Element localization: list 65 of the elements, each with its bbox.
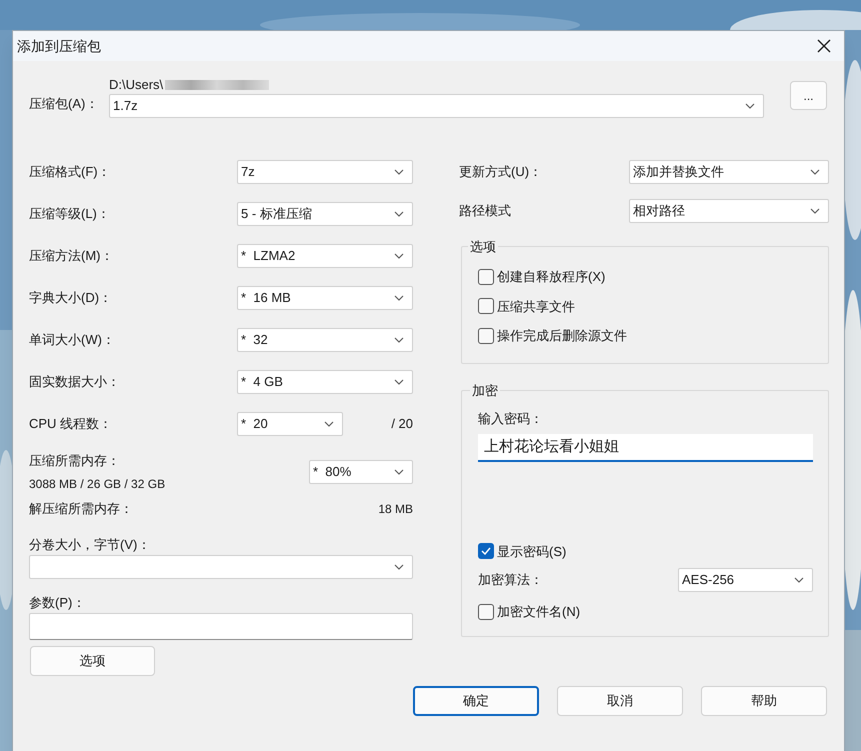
field-label: 加密算法： (478, 571, 543, 590)
dropdown[interactable]: * 4 GB (237, 370, 413, 394)
checkbox[interactable] (478, 268, 494, 285)
chevron-icon (394, 337, 404, 343)
field-label: 压缩格式(F)： (29, 163, 112, 182)
chevron-icon (394, 564, 404, 570)
checkbox[interactable] (478, 328, 494, 344)
chevron-icon (394, 295, 404, 301)
field-label: 解压缩所需内存： (29, 500, 133, 518)
checkbox-label: 压缩共享文件 (497, 298, 575, 316)
check-icon (481, 547, 491, 556)
chevron-icon (745, 103, 755, 109)
field-label: 分卷大小，字节(V)： (29, 536, 152, 553)
close-icon (817, 39, 831, 53)
dropdown[interactable]: * 80% (309, 460, 413, 484)
checkbox-label: 加密文件名(N) (497, 603, 580, 621)
dropdown[interactable]: 5 - 标准压缩 (237, 202, 413, 226)
password-field[interactable]: 上村花论坛看小姐姐 (478, 434, 813, 462)
field-label: 更新方式(U)： (459, 163, 544, 182)
dropdown[interactable]: 7z (237, 160, 413, 184)
chevron-icon (794, 577, 804, 583)
field-label: 字典大小(D)： (29, 289, 114, 308)
dropdown[interactable]: * 32 (237, 328, 413, 352)
field-label: CPU 线程数： (29, 415, 114, 434)
field-label: 压缩所需内存： (29, 452, 121, 470)
field-label: 压缩方法(M)： (29, 247, 114, 266)
checkbox-label: 显示密码(S) (497, 542, 566, 561)
field-label: 单词大小(W)： (29, 331, 116, 350)
checkbox[interactable] (478, 604, 494, 620)
field-label: 压缩包(A)： (29, 95, 100, 113)
chevron-icon (394, 211, 404, 217)
dropdown[interactable]: * LZMA2 (237, 244, 413, 268)
chevron-icon (324, 421, 334, 427)
checkbox[interactable] (478, 298, 494, 314)
dialog-button[interactable]: 确定 (413, 686, 539, 716)
chevron-icon (394, 379, 404, 385)
chevron-icon (394, 253, 404, 259)
path-text: D:\Users\ (109, 76, 164, 94)
dropdown[interactable]: * 20 (237, 412, 343, 436)
dialog-button[interactable]: 帮助 (701, 686, 827, 716)
browse-button[interactable]: ... (790, 81, 827, 110)
field-label: 压缩等级(L)： (29, 205, 111, 224)
memory-value: 18 MB (378, 501, 413, 518)
field-label: 固实数据大小： (29, 373, 121, 392)
options-button[interactable]: 选项 (30, 646, 155, 676)
dropdown[interactable]: 添加并替换文件 (629, 160, 829, 184)
field-label: 输入密码： (478, 410, 544, 428)
chevron-icon (810, 169, 820, 175)
thread-count: / 20 (391, 415, 413, 434)
dropdown[interactable]: 相对路径 (629, 199, 829, 223)
chevron-icon (394, 469, 404, 475)
window-title: 添加到压缩包 (17, 36, 101, 56)
dropdown[interactable]: 1.7z (109, 94, 764, 118)
field-label: 路径模式 (459, 202, 512, 220)
chevron-icon (394, 169, 404, 175)
chevron-icon (810, 208, 820, 214)
checkbox-label: 创建自释放程序(X) (497, 268, 606, 286)
field-label: 参数(P)： (29, 594, 86, 611)
checkbox[interactable] (478, 543, 494, 560)
memory-usage-text: 3088 MB / 26 GB / 32 GB (29, 476, 166, 493)
checkbox-label: 操作完成后删除源文件 (497, 327, 627, 345)
input-field[interactable] (29, 613, 413, 640)
dialog-button[interactable]: 取消 (557, 686, 683, 716)
dropdown[interactable]: * 16 MB (237, 286, 413, 310)
dropdown[interactable]: AES-256 (678, 568, 813, 592)
